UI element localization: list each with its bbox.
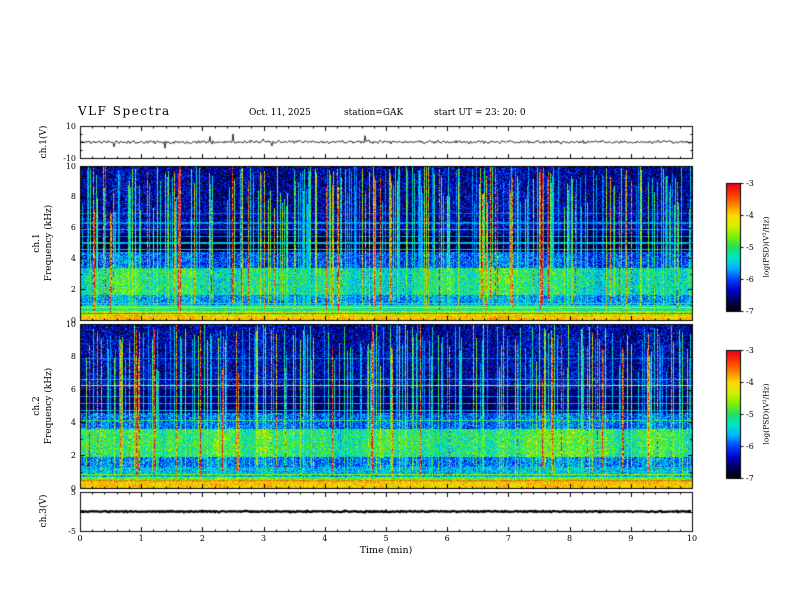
- colorbar-tick-label: -7: [746, 474, 754, 483]
- x-tick-label: 4: [317, 534, 333, 543]
- ch2-frequency-tick-label: 6: [58, 385, 76, 394]
- colorbar2-label: log(PSD)(V²/Hz): [762, 383, 771, 444]
- ch1-frequency-tick-label: 8: [58, 192, 76, 201]
- ch2-frequency-tick-label: 2: [58, 451, 76, 460]
- ch1-voltage-tick-label: 10: [58, 122, 76, 131]
- x-tick-label: 2: [194, 534, 210, 543]
- colorbar-tick-label: -5: [746, 243, 754, 252]
- ch2-frequency-tick-label: 10: [58, 320, 76, 329]
- x-tick-label: 10: [684, 534, 700, 543]
- x-tick-label: 3: [256, 534, 272, 543]
- ch1-frequency-tick-label: 10: [58, 162, 76, 171]
- x-tick-label: 1: [133, 534, 149, 543]
- station-label: station=GAK: [344, 108, 403, 118]
- ch2-frequency-tick-label: 8: [58, 352, 76, 361]
- x-tick-label: 5: [378, 534, 394, 543]
- colorbar-tick-label: -4: [746, 378, 754, 387]
- chart-canvas: [0, 0, 792, 612]
- colorbar1-label: log(PSD)(V²/Hz): [762, 216, 771, 277]
- ch1-voltage-axis-label: ch.1(V): [39, 126, 49, 159]
- ch3-voltage-axis-label: ch.3(V): [39, 495, 49, 528]
- ch3-voltage-tick-label: -5: [58, 527, 76, 536]
- colorbar-tick-label: -6: [746, 275, 754, 284]
- x-tick-label: 6: [439, 534, 455, 543]
- colorbar-tick-label: -6: [746, 442, 754, 451]
- plot-title: VLF Spectra: [78, 104, 171, 118]
- colorbar-tick-label: -4: [746, 211, 754, 220]
- date-label: Oct. 11, 2025: [249, 108, 311, 118]
- x-tick-label: 9: [623, 534, 639, 543]
- x-axis-title: Time (min): [80, 545, 692, 556]
- colorbar-tick-label: -3: [746, 346, 754, 355]
- ch1-spec-channel-label: ch.1: [32, 233, 42, 252]
- ch1-frequency-tick-label: 4: [58, 254, 76, 263]
- x-tick-label: 7: [500, 534, 516, 543]
- ch1-frequency-tick-label: 6: [58, 223, 76, 232]
- vlf-spectra-figure: VLF Spectra Oct. 11, 2025 station=GAK st…: [0, 0, 792, 612]
- ch2-spec-frequency-axis-label: Frequency (kHz): [44, 368, 54, 445]
- ch2-spec-channel-label: ch.2: [32, 396, 42, 415]
- colorbar-tick-label: -5: [746, 410, 754, 419]
- ch1-frequency-tick-label: 2: [58, 285, 76, 294]
- ch2-frequency-tick-label: 4: [58, 418, 76, 427]
- ch3-voltage-tick-label: 5: [58, 488, 76, 497]
- colorbar-tick-label: -7: [746, 307, 754, 316]
- colorbar-tick-label: -3: [746, 179, 754, 188]
- ch1-spec-frequency-axis-label: Frequency (kHz): [44, 205, 54, 282]
- x-tick-label: 8: [562, 534, 578, 543]
- start-ut-label: start UT = 23: 20: 0: [434, 108, 526, 118]
